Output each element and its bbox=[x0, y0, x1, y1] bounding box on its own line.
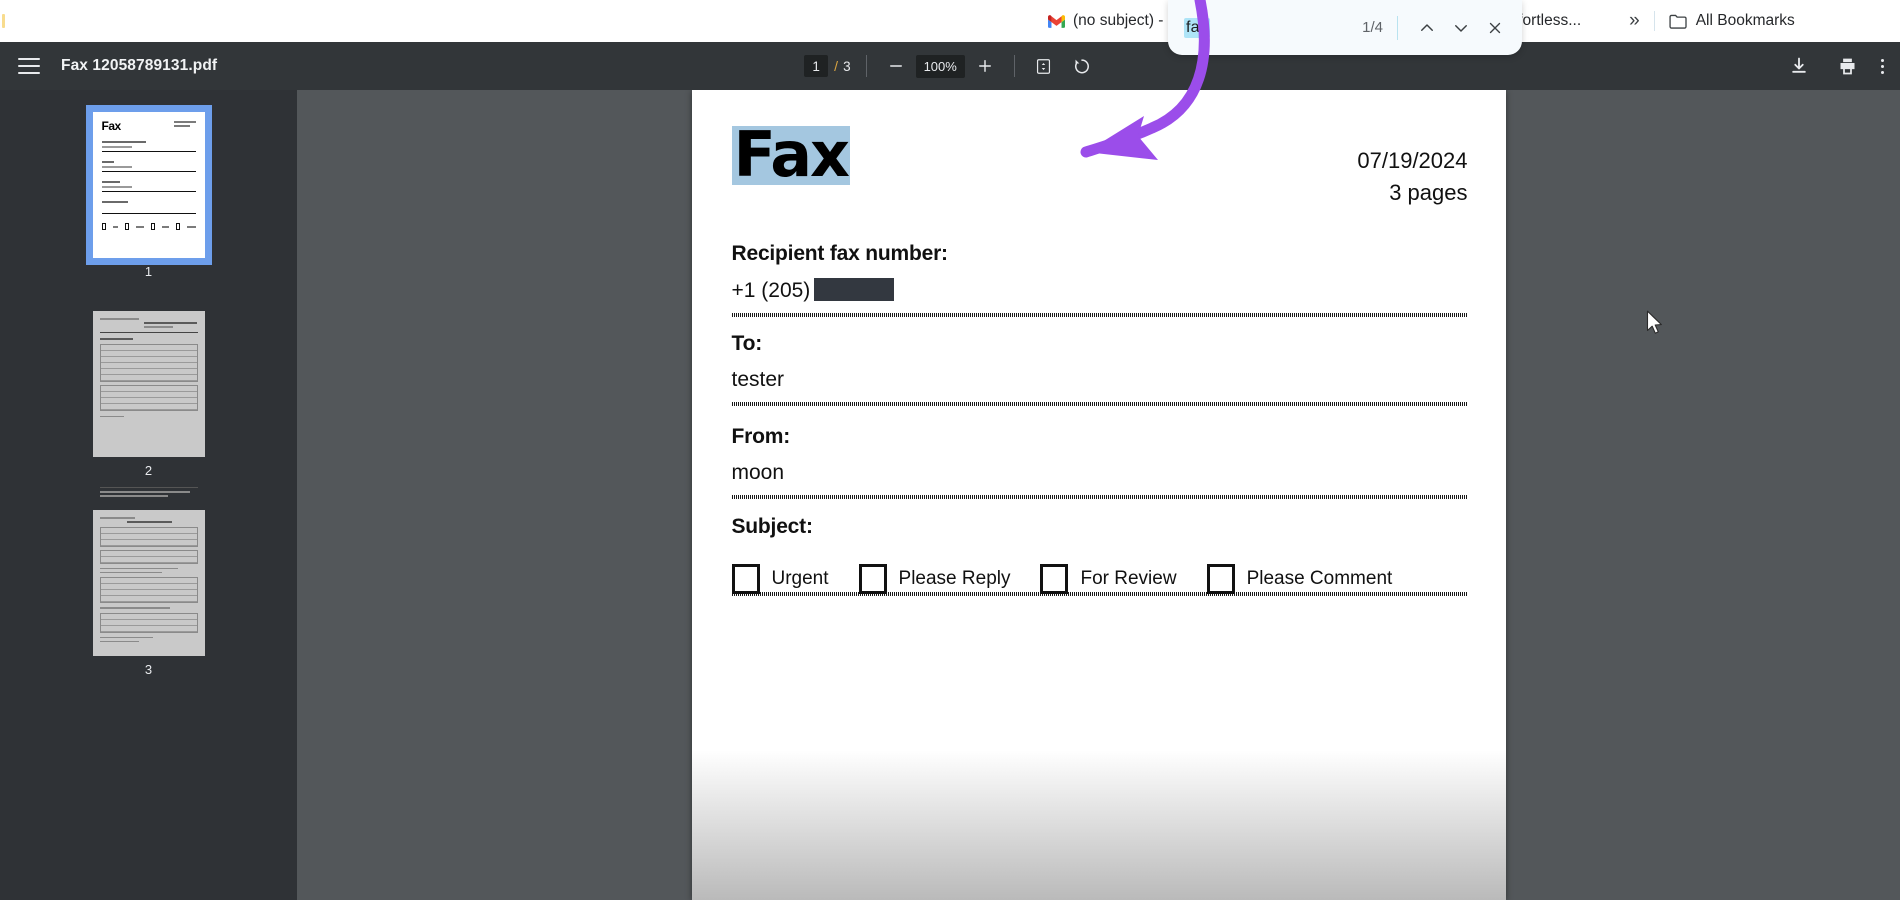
zoom-level-value[interactable]: 100% bbox=[915, 54, 965, 78]
fit-to-page-button[interactable] bbox=[1030, 52, 1058, 80]
chevron-down-icon bbox=[1455, 24, 1467, 32]
page-canvas-area: Fax 07/19/2024 3 pages Recipient fax num… bbox=[297, 90, 1900, 900]
field-to: To: tester bbox=[731, 332, 1468, 406]
all-bookmarks-label: All Bookmarks bbox=[1695, 12, 1795, 29]
bookmarks-bar: (no subject) - archi Admin Fill - The ef… bbox=[0, 0, 1900, 42]
bookmarks-spacer bbox=[0, 21, 1040, 22]
folder-icon bbox=[1669, 14, 1687, 29]
kebab-menu-icon[interactable] bbox=[1881, 58, 1884, 74]
pdf-viewer-body: Fax 1 2 3 Fax 07/19/2024 3 pages Recipie… bbox=[0, 90, 1900, 900]
thumbnail-page-3-preview bbox=[93, 510, 205, 656]
field-value: tester bbox=[731, 368, 785, 391]
print-button[interactable] bbox=[1833, 52, 1861, 80]
page-number-input[interactable]: 1 bbox=[804, 55, 829, 77]
field-label: Recipient fax number: bbox=[731, 242, 949, 265]
page-total-count: 3 bbox=[843, 58, 851, 74]
page-bottom-fade bbox=[691, 750, 1506, 900]
checkbox-label-urgent: Urgent bbox=[771, 568, 829, 589]
field-label: Subject: bbox=[731, 515, 813, 538]
print-icon bbox=[1840, 58, 1854, 74]
bookmarks-divider bbox=[1653, 11, 1655, 31]
checkbox-label-please-comment: Please Comment bbox=[1246, 568, 1393, 589]
download-icon bbox=[1792, 57, 1806, 73]
toolbar-center-controls: 1 / 3 100% bbox=[0, 52, 1900, 80]
thumbnail-number-2: 2 bbox=[144, 463, 153, 478]
toolbar-divider bbox=[865, 55, 867, 77]
find-next-button[interactable] bbox=[1444, 11, 1478, 45]
chevron-up-icon bbox=[1421, 23, 1433, 31]
checkbox-row: Urgent Please Reply For Review Please Co… bbox=[731, 564, 1468, 594]
checkbox-for-review[interactable] bbox=[1040, 564, 1069, 594]
field-from: From: moon bbox=[731, 425, 1468, 499]
find-input[interactable]: fax bbox=[1184, 17, 1210, 38]
pdf-viewer-toolbar: Fax 12058789131.pdf 1 / 3 100% bbox=[0, 42, 1900, 90]
toolbar-right-controls bbox=[1785, 52, 1884, 80]
rotate-button[interactable] bbox=[1068, 52, 1096, 80]
thumbnail-page-3[interactable] bbox=[92, 510, 205, 656]
close-icon bbox=[1489, 22, 1501, 33]
thumbnail-page-2-preview bbox=[93, 311, 205, 497]
fax-logo: Fax bbox=[731, 118, 851, 191]
thumbnail-sidebar[interactable]: Fax 1 2 3 bbox=[0, 90, 297, 900]
fit-to-page-icon bbox=[1037, 58, 1051, 74]
thumbnail-number-3: 3 bbox=[144, 662, 153, 677]
thumbnail-page-2[interactable] bbox=[92, 311, 205, 497]
bookmarks-overflow-button[interactable]: » bbox=[1619, 10, 1648, 32]
document-page-count: 3 pages bbox=[1389, 179, 1468, 205]
field-underline bbox=[731, 495, 1468, 499]
checkbox-label-please-reply: Please Reply bbox=[898, 568, 1011, 589]
checkbox-please-comment[interactable] bbox=[1206, 564, 1235, 594]
mouse-cursor bbox=[1646, 310, 1662, 334]
thumb-meta bbox=[173, 121, 196, 129]
field-label: From: bbox=[731, 425, 791, 448]
thumbnail-number-1: 1 bbox=[144, 264, 153, 279]
thumbnail-page-1-preview: Fax bbox=[92, 112, 205, 258]
document-meta: 07/19/2024 3 pages bbox=[1357, 145, 1467, 209]
field-label: To: bbox=[731, 332, 763, 355]
document-title: Fax 12058789131.pdf bbox=[61, 57, 218, 74]
zoom-in-button[interactable] bbox=[971, 52, 999, 80]
field-value: moon bbox=[731, 461, 785, 484]
hamburger-menu-icon[interactable] bbox=[18, 58, 40, 74]
redaction-block bbox=[814, 278, 895, 301]
find-divider bbox=[1397, 15, 1398, 40]
document-date: 07/19/2024 bbox=[1357, 148, 1468, 173]
all-bookmarks-button[interactable]: All Bookmarks bbox=[1661, 8, 1803, 34]
download-button[interactable] bbox=[1785, 52, 1813, 80]
field-recipient-fax-number: Recipient fax number: +1 (205) bbox=[731, 242, 1468, 317]
zoom-out-button[interactable] bbox=[882, 52, 910, 80]
minus-icon bbox=[889, 65, 902, 67]
find-close-button[interactable] bbox=[1478, 11, 1512, 45]
field-underline bbox=[731, 313, 1468, 317]
pdf-page-1: Fax 07/19/2024 3 pages Recipient fax num… bbox=[691, 90, 1506, 900]
thumbnail-page-1[interactable]: Fax bbox=[85, 105, 212, 265]
toolbar-divider bbox=[1013, 55, 1015, 77]
find-bar: fax 1/4 bbox=[1168, 0, 1522, 55]
find-previous-button[interactable] bbox=[1410, 11, 1444, 45]
field-value: +1 (205) bbox=[732, 278, 1468, 303]
find-match-count: 1/4 bbox=[1362, 19, 1383, 36]
field-value-text: +1 (205) bbox=[731, 279, 811, 302]
tab-edge-sliver bbox=[2, 14, 5, 28]
plus-icon bbox=[978, 60, 991, 72]
page-separator: / bbox=[834, 58, 839, 74]
gmail-icon bbox=[1048, 14, 1065, 28]
checkbox-urgent[interactable] bbox=[731, 564, 760, 594]
thumbnail-list: Fax 1 2 3 bbox=[0, 90, 297, 709]
rotate-counterclockwise-icon bbox=[1074, 59, 1089, 74]
field-underline bbox=[731, 402, 1468, 406]
checkbox-please-reply[interactable] bbox=[858, 564, 887, 594]
browser-window: (no subject) - archi Admin Fill - The ef… bbox=[0, 0, 1900, 900]
checkbox-label-for-review: For Review bbox=[1080, 568, 1177, 589]
